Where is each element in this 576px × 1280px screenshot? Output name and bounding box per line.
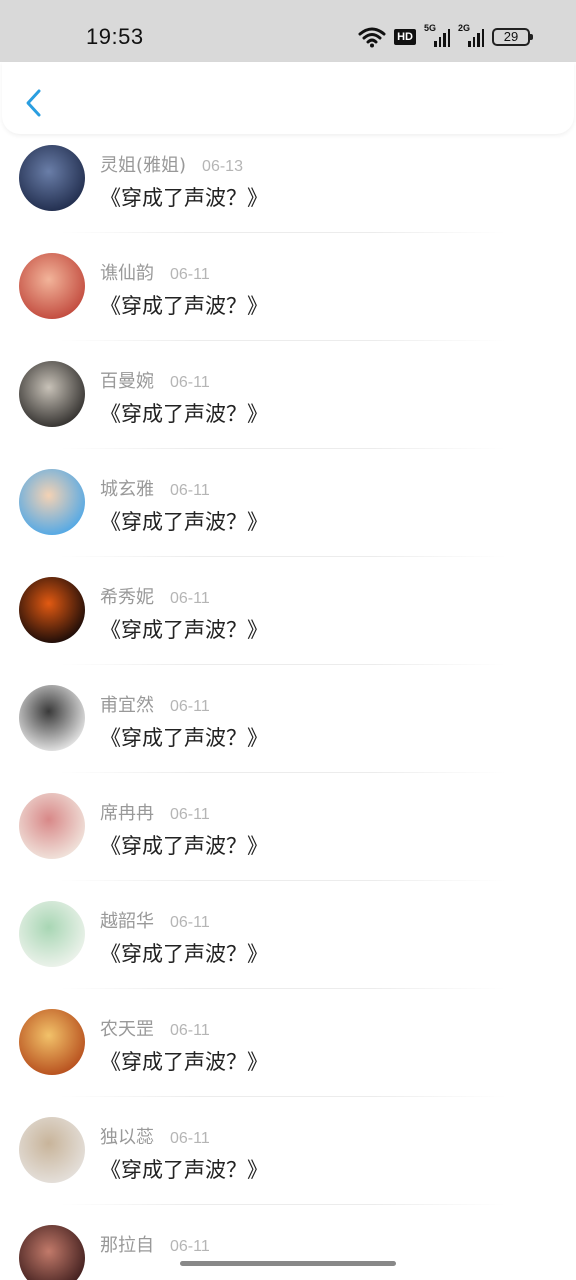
divider (60, 340, 506, 341)
comment-item[interactable]: 百曼婉 06-11 《穿成了声波？》 (0, 356, 576, 464)
comment-date: 06-11 (170, 1130, 210, 1147)
avatar[interactable] (19, 145, 85, 211)
comment-meta: 百曼婉 06-11 (100, 367, 210, 393)
divider (60, 772, 506, 773)
avatar[interactable] (19, 901, 85, 967)
avatar[interactable] (19, 469, 85, 535)
commenter-name[interactable]: 独以蕊 (100, 1123, 154, 1149)
comment-meta: 城玄雅 06-11 (100, 475, 210, 501)
home-indicator[interactable] (180, 1261, 396, 1266)
commenter-name[interactable]: 那拉自 (100, 1231, 154, 1257)
comment-item[interactable]: 那拉自 06-11 (0, 1220, 576, 1280)
signal-2g-icon: 2G (458, 23, 484, 47)
status-time: 19:53 (86, 24, 144, 49)
status-icons: HD 5G 2G 29 (358, 23, 533, 48)
comment-meta: 灵姐(雅姐) 06-13 (100, 151, 243, 177)
comment-text: 《穿成了声波？》 (100, 1050, 268, 1074)
comment-text: 《穿成了声波？》 (100, 942, 268, 966)
comment-meta: 农天罡 06-11 (100, 1015, 210, 1041)
comment-text: 《穿成了声波？》 (100, 726, 268, 750)
divider (60, 664, 506, 665)
comment-text: 《穿成了声波？》 (100, 294, 268, 318)
wifi-icon (358, 27, 386, 48)
back-button[interactable] (20, 86, 48, 120)
avatar[interactable] (19, 1225, 85, 1280)
comment-text: 《穿成了声波？》 (100, 402, 268, 426)
chevron-left-icon (26, 89, 41, 117)
commenter-name[interactable]: 灵姐(雅姐) (100, 151, 186, 177)
comment-date: 06-11 (170, 482, 210, 499)
comment-meta: 席冉冉 06-11 (100, 799, 210, 825)
comment-item[interactable]: 谯仙韵 06-11 《穿成了声波？》 (0, 248, 576, 356)
comment-date: 06-11 (170, 698, 210, 715)
commenter-name[interactable]: 席冉冉 (100, 799, 154, 825)
commenter-name[interactable]: 农天罡 (100, 1015, 154, 1041)
avatar[interactable] (19, 1009, 85, 1075)
commenter-name[interactable]: 城玄雅 (100, 475, 154, 501)
divider (60, 880, 506, 881)
commenter-name[interactable]: 希秀妮 (100, 583, 154, 609)
comment-date: 06-11 (170, 806, 210, 823)
comment-item[interactable]: 希秀妮 06-11 《穿成了声波？》 (0, 572, 576, 680)
comment-item[interactable]: 甫宜然 06-11 《穿成了声波？》 (0, 680, 576, 788)
comment-date: 06-11 (170, 590, 210, 607)
comment-text: 《穿成了声波？》 (100, 618, 268, 642)
divider (60, 988, 506, 989)
comment-date: 06-13 (202, 158, 243, 175)
comment-item[interactable]: 独以蕊 06-11 《穿成了声波？》 (0, 1112, 576, 1220)
comment-meta: 希秀妮 06-11 (100, 583, 210, 609)
battery-icon: 29 (492, 28, 533, 46)
hd-icon: HD (394, 29, 416, 45)
comment-text: 《穿成了声波？》 (100, 1158, 268, 1182)
comment-item[interactable]: 席冉冉 06-11 《穿成了声波？》 (0, 788, 576, 896)
comment-date: 06-11 (170, 374, 210, 391)
avatar[interactable] (19, 685, 85, 751)
divider (60, 1096, 506, 1097)
comment-list: 灵姐(雅姐) 06-13 《穿成了声波？》 谯仙韵 06-11 《穿成了声波？》 百曼婉 06… (0, 140, 576, 1280)
comment-date: 06-11 (170, 914, 210, 931)
divider (60, 1204, 506, 1205)
comment-date: 06-11 (170, 1022, 210, 1039)
divider (60, 232, 506, 233)
comment-meta: 越韶华 06-11 (100, 907, 210, 933)
comment-meta: 独以蕊 06-11 (100, 1123, 210, 1149)
comment-text: 《穿成了声波？》 (100, 834, 268, 858)
divider (60, 556, 506, 557)
commenter-name[interactable]: 越韶华 (100, 907, 154, 933)
status-bar: 19:53 HD 5G 2G 29 (0, 0, 576, 62)
comment-meta: 谯仙韵 06-11 (100, 259, 210, 285)
comment-text: 《穿成了声波？》 (100, 186, 268, 210)
divider (60, 448, 506, 449)
comment-item[interactable]: 城玄雅 06-11 《穿成了声波？》 (0, 464, 576, 572)
comment-item[interactable]: 农天罡 06-11 《穿成了声波？》 (0, 1004, 576, 1112)
comment-meta: 那拉自 06-11 (100, 1231, 210, 1257)
avatar[interactable] (19, 253, 85, 319)
avatar[interactable] (19, 793, 85, 859)
comment-meta: 甫宜然 06-11 (100, 691, 210, 717)
avatar[interactable] (19, 361, 85, 427)
comment-date: 06-11 (170, 266, 210, 283)
commenter-name[interactable]: 谯仙韵 (100, 259, 154, 285)
avatar[interactable] (19, 1117, 85, 1183)
comment-date: 06-11 (170, 1238, 210, 1255)
comment-item[interactable]: 越韶华 06-11 《穿成了声波？》 (0, 896, 576, 1004)
header-bar (2, 62, 574, 134)
comment-item[interactable]: 灵姐(雅姐) 06-13 《穿成了声波？》 (0, 140, 576, 248)
commenter-name[interactable]: 甫宜然 (100, 691, 154, 717)
avatar[interactable] (19, 577, 85, 643)
signal-5g-icon: 5G (424, 23, 450, 47)
commenter-name[interactable]: 百曼婉 (100, 367, 154, 393)
comment-text: 《穿成了声波？》 (100, 510, 268, 534)
